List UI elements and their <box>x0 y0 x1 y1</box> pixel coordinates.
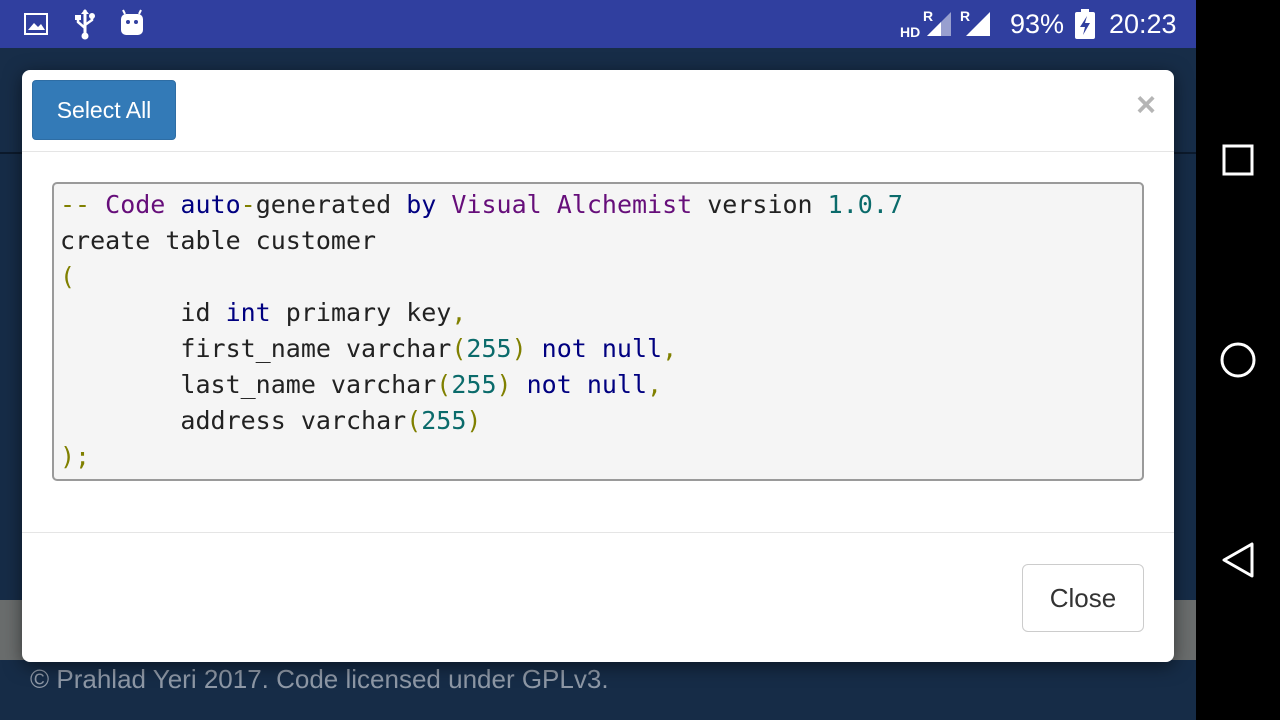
code-line: last_name varchar(255) not null, <box>60 367 1142 403</box>
battery-percent: 93% <box>1010 9 1065 39</box>
code-token: ( <box>436 370 452 399</box>
code-token: not null <box>541 334 663 363</box>
code-token: Code <box>105 190 181 219</box>
code-token: Visual Alchemist <box>451 190 708 219</box>
usb-icon <box>74 8 96 45</box>
code-token: ) <box>511 334 542 363</box>
code-token: primary key <box>285 298 452 327</box>
code-token: 255 <box>466 334 512 363</box>
code-token: 255 <box>451 370 497 399</box>
code-token: by <box>406 190 452 219</box>
close-button[interactable]: Close <box>1022 564 1144 632</box>
code-token: ) <box>496 370 527 399</box>
signal-icon <box>964 11 992 42</box>
close-x-icon[interactable]: × <box>1136 86 1156 125</box>
android-debug-icon <box>120 9 144 42</box>
code-line: -- Code auto-generated by Visual Alchemi… <box>60 187 1142 223</box>
code-token: address varchar <box>60 406 407 435</box>
code-token: 255 <box>421 406 467 435</box>
code-token: - <box>240 190 256 219</box>
footer-copyright: © Prahlad Yeri 2017. Code licensed under… <box>30 664 609 694</box>
code-dialog: Select All × -- Code auto-generated by V… <box>22 70 1174 662</box>
code-line: ( <box>60 259 1142 295</box>
code-token: , <box>451 298 467 327</box>
status-bar: HD R R 93% 20:23 <box>0 0 1196 48</box>
code-token: -- <box>60 190 106 219</box>
home-circle-icon[interactable] <box>1216 338 1260 382</box>
recents-square-icon[interactable] <box>1216 138 1260 182</box>
hd-label: HD <box>900 24 921 40</box>
code-line: address varchar(255) <box>60 403 1142 439</box>
image-icon <box>24 13 48 40</box>
code-token: ); <box>60 442 91 471</box>
code-textarea[interactable]: -- Code auto-generated by Visual Alchemi… <box>52 182 1144 481</box>
code-token: ( <box>451 334 467 363</box>
code-token: , <box>647 370 663 399</box>
code-line: first_name varchar(255) not null, <box>60 331 1142 367</box>
code-token: ( <box>406 406 422 435</box>
code-token: first_name varchar <box>60 334 452 363</box>
navigation-bar <box>1196 0 1280 720</box>
code-token: generated <box>255 190 407 219</box>
code-token: last_name varchar <box>60 370 437 399</box>
code-token: not null <box>526 370 648 399</box>
code-token: version <box>707 190 828 219</box>
dialog-header: Select All × <box>22 70 1174 152</box>
code-token: ( <box>60 262 76 291</box>
code-token: auto <box>180 190 241 219</box>
code-token: int <box>225 298 286 327</box>
code-line: ); <box>60 439 1142 475</box>
code-token: ) <box>466 406 482 435</box>
code-token: create table customer <box>60 226 377 255</box>
battery-charging-icon <box>1074 8 1096 45</box>
dialog-footer: Close <box>22 532 1174 663</box>
code-token: id <box>60 298 226 327</box>
code-token: , <box>662 334 678 363</box>
code-token: 1.0.7 <box>827 190 903 219</box>
select-all-button[interactable]: Select All <box>32 80 176 140</box>
clock: 20:23 <box>1109 9 1177 39</box>
back-triangle-icon[interactable] <box>1216 538 1260 582</box>
code-line: id int primary key, <box>60 295 1142 331</box>
signal-icon <box>925 11 953 42</box>
code-line: create table customer <box>60 223 1142 259</box>
